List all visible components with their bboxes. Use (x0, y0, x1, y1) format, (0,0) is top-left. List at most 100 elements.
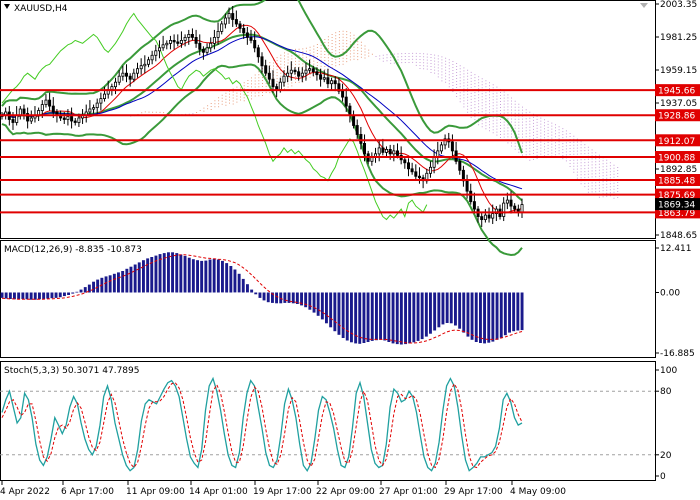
price-layer: 1945.661928.861912.071900.881885.481875.… (0, 0, 700, 257)
macd-bar (25, 292, 29, 300)
level-label: 1900.88 (658, 154, 695, 164)
candle-body (377, 147, 381, 155)
macd-bar (50, 292, 54, 299)
macd-bar (370, 292, 374, 341)
candle-body (333, 80, 337, 85)
macd-bar (445, 292, 449, 323)
macd-tick-label: -16.885 (660, 349, 695, 359)
macd-bar (258, 292, 262, 298)
macd-bar (408, 292, 412, 344)
macd-bar (58, 292, 62, 298)
candle-body (179, 40, 183, 44)
candle-body (267, 72, 271, 80)
macd-bar (433, 292, 437, 331)
macd-bar (312, 292, 316, 313)
candle-body (176, 41, 180, 44)
time-tick-label: 14 Apr 01:00 (189, 487, 248, 497)
candle-body (417, 175, 421, 179)
macd-bar (200, 260, 204, 293)
candle-body (201, 48, 205, 53)
candle-body (381, 147, 385, 153)
candle-body (212, 37, 216, 44)
candle-body (146, 59, 150, 65)
stoch-tick-label: 20 (660, 451, 672, 461)
price-tick-label: 1892.85 (660, 165, 697, 175)
stoch-tick-label: 80 (660, 387, 672, 397)
candle-body (465, 180, 469, 192)
candle-body (282, 75, 286, 83)
macd-bar (412, 292, 416, 343)
macd-bar (483, 292, 486, 344)
macd-bar (212, 258, 216, 293)
symbol-dropdown-icon[interactable] (4, 4, 10, 9)
time-tick-label: 6 Apr 17:00 (61, 487, 114, 497)
macd-bar (104, 276, 108, 293)
macd-bar (404, 292, 407, 345)
candle-body (502, 202, 506, 217)
macd-bar (33, 292, 37, 300)
candle-body (73, 120, 77, 123)
macd-bar (21, 292, 25, 299)
time-tick-label: 19 Apr 17:00 (253, 487, 312, 497)
macd-bar (67, 292, 70, 295)
macd-bar (387, 292, 391, 342)
macd-bar (191, 259, 195, 293)
macd-bar (279, 292, 283, 304)
stoch-tick-label: 100 (660, 366, 677, 376)
candle-body (154, 50, 158, 56)
macd-bar (275, 292, 278, 304)
price-tick-label: 2003.35 (660, 0, 697, 10)
candle-body (161, 44, 165, 49)
candle-body (66, 116, 70, 120)
macd-bar (229, 266, 233, 293)
macd-bar (466, 292, 470, 337)
candle-body (428, 166, 432, 174)
chart-shift-icon[interactable] (640, 3, 648, 8)
macd-bar (187, 257, 191, 293)
candle-body (220, 23, 224, 32)
candle-body (245, 32, 249, 38)
macd-bar (146, 258, 150, 293)
macd-bar (341, 292, 345, 338)
macd-bar (46, 292, 50, 299)
macd-bar (179, 254, 183, 293)
candle-body (289, 69, 293, 74)
candle-body (223, 17, 227, 25)
macd-bar (29, 292, 33, 300)
bollinger-upper (1, 0, 523, 154)
candle-body (520, 204, 524, 213)
macd-bar (121, 271, 125, 293)
macd-bar (512, 292, 516, 332)
current-price-label: 1869.34 (658, 201, 695, 211)
macd-bar (399, 292, 403, 345)
macd-bar (479, 292, 482, 343)
macd-bar (429, 292, 432, 334)
candle-body (439, 144, 443, 152)
candle-body (362, 142, 366, 155)
macd-bar (458, 292, 462, 329)
candle-body (117, 75, 121, 83)
macd-bar (520, 292, 524, 331)
candle-body (44, 99, 48, 105)
candle-body (450, 141, 454, 152)
macd-bar (320, 292, 324, 320)
candle-body (322, 77, 326, 80)
candle-body (18, 108, 22, 116)
candle-body (99, 98, 103, 104)
candle-body (62, 117, 66, 120)
candle-body (198, 42, 202, 50)
candle-body (190, 34, 194, 38)
candle-body (509, 199, 513, 207)
macd-tick-label: 12.411 (660, 244, 692, 254)
macd-bar (325, 292, 328, 324)
candle-body (315, 71, 319, 76)
candle-body (11, 119, 15, 123)
macd-bar (499, 292, 503, 338)
candle-body (286, 72, 290, 77)
macd-bar (283, 292, 287, 303)
price-tick-label: 1959.15 (660, 66, 697, 76)
candle-body (483, 214, 487, 221)
candle-body (344, 96, 348, 107)
candle-body (458, 160, 462, 171)
level-label: 1945.66 (658, 87, 695, 97)
